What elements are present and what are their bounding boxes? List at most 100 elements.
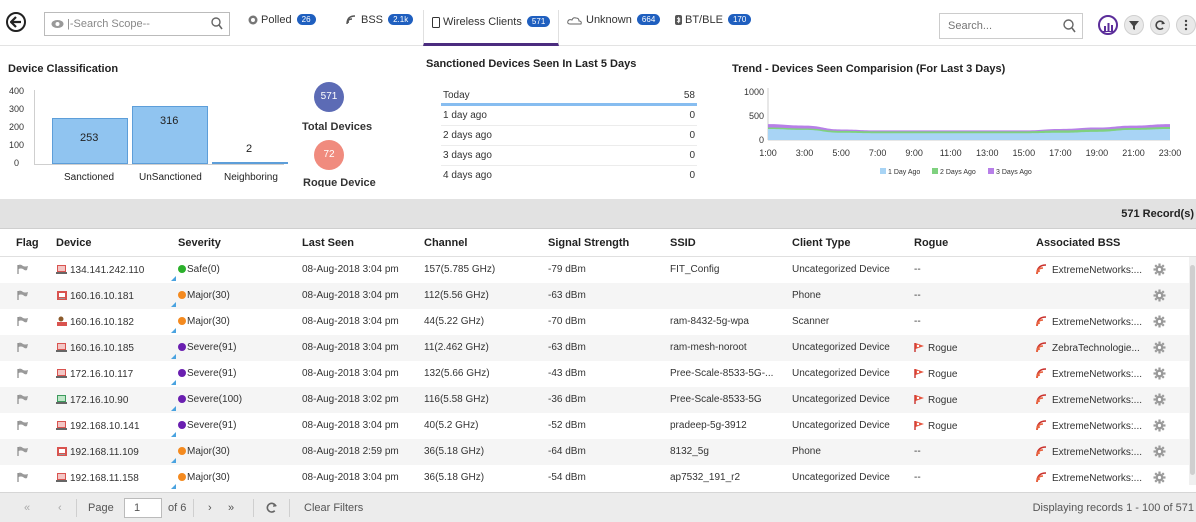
legend-label[interactable]: 3 Days Ago — [996, 169, 1032, 176]
prev-page-icon[interactable]: ‹ — [58, 502, 62, 514]
device-cell[interactable]: 134.141.242.110 — [56, 264, 144, 276]
table-row[interactable]: 172.16.10.117 Severe(91) 08-Aug-2018 3:04 … — [0, 361, 1196, 387]
gear-icon[interactable] — [1153, 341, 1166, 354]
associated-bss-cell[interactable]: ExtremeNetworks:... — [1036, 420, 1142, 432]
scrollbar-thumb[interactable] — [1190, 265, 1195, 475]
channel-cell: 40(5.2 GHz) — [424, 420, 479, 431]
filter-button[interactable] — [1124, 15, 1144, 35]
flag-icon[interactable] — [17, 394, 29, 405]
device-cell[interactable]: 160.16.10.185 — [56, 342, 134, 354]
flag-icon[interactable] — [17, 368, 29, 379]
legend-label[interactable]: 1 Day Ago — [888, 169, 920, 176]
col-channel[interactable]: Channel — [424, 237, 467, 249]
next-page-icon[interactable]: › — [208, 502, 212, 514]
col-last-seen[interactable]: Last Seen — [302, 237, 354, 249]
gear-icon[interactable] — [1153, 419, 1166, 432]
rogue-devices-count[interactable]: 72 — [314, 140, 344, 170]
device-cell[interactable]: 192.168.10.141 — [56, 420, 140, 432]
legend-label[interactable]: 2 Days Ago — [940, 169, 976, 176]
flag-icon[interactable] — [17, 446, 29, 457]
device-cell[interactable]: 160.16.10.181 — [56, 290, 134, 302]
tab-bt-ble[interactable]: BT/BLE 170 — [675, 14, 752, 34]
associated-bss-cell[interactable]: ExtremeNetworks:... — [1036, 446, 1142, 458]
col-rogue[interactable]: Rogue — [914, 237, 948, 249]
gear-icon[interactable] — [1153, 393, 1166, 406]
tab-polled[interactable]: Polled 26 — [248, 14, 316, 34]
back-button[interactable] — [6, 12, 26, 32]
associated-bss-cell[interactable]: ExtremeNetworks:... — [1036, 472, 1142, 484]
refresh-button[interactable] — [1150, 15, 1170, 35]
page-number-input[interactable]: 1 — [124, 498, 162, 518]
associated-bss-cell[interactable]: ExtremeNetworks:... — [1036, 316, 1142, 328]
tab-unknown[interactable]: Unknown 664 — [567, 14, 661, 34]
table-row[interactable]: 172.16.10.90 Severe(100) 08-Aug-2018 3:02 … — [0, 387, 1196, 413]
rogue-cell: Rogue — [914, 420, 957, 432]
tab-wireless-clients[interactable]: Wireless Clients 571 — [423, 10, 560, 46]
channel-cell: 36(5.18 GHz) — [424, 446, 485, 457]
chart-view-button[interactable] — [1098, 15, 1118, 35]
gear-icon[interactable] — [1153, 367, 1166, 380]
device-cell[interactable]: 160.16.10.182 — [56, 316, 134, 328]
flag-icon[interactable] — [17, 420, 29, 431]
cell-marker — [171, 354, 176, 359]
legend-swatch — [932, 168, 938, 174]
ssid-cell: ram-8432-5g-wpa — [670, 316, 749, 327]
col-flag[interactable]: Flag — [16, 237, 39, 249]
day-value: 0 — [689, 110, 695, 121]
wifi-signal-icon — [1036, 446, 1047, 457]
more-options-button[interactable] — [1176, 15, 1196, 35]
search-input[interactable] — [948, 20, 1058, 32]
associated-bss-cell[interactable]: ExtremeNetworks:... — [1036, 264, 1142, 276]
table-row[interactable]: 134.141.242.110 Safe(0) 08-Aug-2018 3:04 p… — [0, 257, 1196, 283]
associated-bss-cell[interactable]: ZebraTechnologie... — [1036, 342, 1140, 354]
laptop-device-icon — [56, 395, 67, 404]
last-page-icon[interactable]: » — [228, 502, 234, 514]
associated-bss-cell[interactable]: ExtremeNetworks:... — [1036, 394, 1142, 406]
associated-bss-cell[interactable]: ExtremeNetworks:... — [1036, 368, 1142, 380]
flag-icon[interactable] — [17, 342, 29, 353]
flag-icon[interactable] — [17, 264, 29, 275]
gear-icon[interactable] — [1153, 445, 1166, 458]
col-device[interactable]: Device — [56, 237, 91, 249]
search-icon[interactable] — [211, 17, 223, 30]
global-search[interactable] — [939, 13, 1083, 39]
scanner-device-icon — [57, 316, 67, 326]
device-cell[interactable]: 192.168.11.158 — [56, 472, 139, 484]
table-row[interactable]: 160.16.10.182 Major(30) 08-Aug-2018 3:04 p… — [0, 309, 1196, 335]
last-seen-cell: 08-Aug-2018 3:02 pm — [302, 394, 399, 405]
laptop-device-icon — [56, 369, 67, 378]
table-row[interactable]: 192.168.11.109 Major(30) 08-Aug-2018 2:59 … — [0, 439, 1196, 465]
device-cell[interactable]: 172.16.10.90 — [56, 394, 128, 406]
flag-icon[interactable] — [17, 316, 29, 327]
refresh-icon[interactable] — [265, 501, 278, 514]
col-associated-bss[interactable]: Associated BSS — [1036, 237, 1120, 249]
col-signal-strength[interactable]: Signal Strength — [548, 237, 629, 249]
col-client-type[interactable]: Client Type — [792, 237, 850, 249]
table-row[interactable]: 192.168.11.158 Major(30) 08-Aug-2018 3:04 … — [0, 465, 1196, 491]
gear-icon[interactable] — [1153, 315, 1166, 328]
bar-neighboring[interactable] — [212, 162, 288, 164]
rogue-devices-label: Rogue Device — [303, 177, 376, 187]
table-row[interactable]: 160.16.10.185 Severe(91) 08-Aug-2018 3:04 … — [0, 335, 1196, 361]
col-severity[interactable]: Severity — [178, 237, 221, 249]
device-cell[interactable]: 192.168.11.109 — [56, 446, 139, 458]
scope-search[interactable]: |-Search Scope-- — [44, 12, 230, 36]
col-ssid[interactable]: SSID — [670, 237, 696, 249]
search-icon[interactable] — [1063, 19, 1076, 33]
gear-icon[interactable] — [1153, 263, 1166, 276]
first-page-icon[interactable]: « — [24, 502, 30, 514]
gear-icon[interactable] — [1153, 471, 1166, 484]
x-tick-label: 21:00 — [1122, 148, 1145, 158]
rogue-cell: -- — [914, 264, 921, 275]
last-seen-cell: 08-Aug-2018 2:59 pm — [302, 446, 399, 457]
tab-bss[interactable]: BSS 2.1k — [346, 14, 414, 34]
flag-icon[interactable] — [17, 290, 29, 301]
flag-icon[interactable] — [17, 472, 29, 483]
total-devices-count[interactable]: 571 — [314, 82, 344, 112]
clear-filters-button[interactable]: Clear Filters — [304, 502, 363, 514]
gear-icon[interactable] — [1153, 289, 1166, 302]
table-row[interactable]: 160.16.10.181 Major(30) 08-Aug-2018 3:04 p… — [0, 283, 1196, 309]
table-row[interactable]: 192.168.10.141 Severe(91) 08-Aug-2018 3:04… — [0, 413, 1196, 439]
table-scrollbar[interactable] — [1189, 257, 1196, 485]
device-cell[interactable]: 172.16.10.117 — [56, 368, 133, 380]
